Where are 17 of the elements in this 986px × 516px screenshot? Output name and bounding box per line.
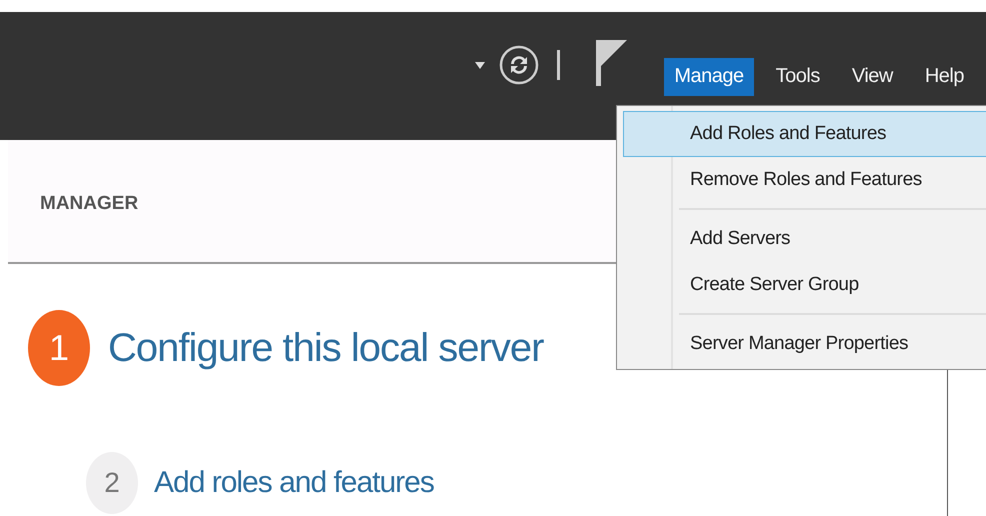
step-number: 1 [28,310,90,386]
flag-icon[interactable] [594,38,628,86]
menu-bar-item[interactable]: View [842,58,903,96]
menu-item[interactable]: Add Servers [623,216,986,262]
menu-bar-item[interactable]: Manage [664,58,754,96]
caret-icon[interactable] [475,62,486,68]
menu-item[interactable]: Server Manager Properties [623,321,986,367]
menu-item[interactable]: Remove Roles and Features [623,157,986,203]
step-link[interactable]: Configure this local server [108,326,544,370]
menu-item[interactable]: Add Roles and Features [623,111,986,157]
menu-bar-item[interactable]: Help [914,58,974,96]
refresh-icon[interactable] [499,45,540,85]
step-link[interactable]: Add roles and features [154,466,434,500]
page-title: MANAGER [40,192,138,214]
menu-item[interactable]: Create Server Group [623,262,986,308]
step-number: 2 [86,452,138,514]
menu-bar-item[interactable]: Tools [766,58,830,96]
